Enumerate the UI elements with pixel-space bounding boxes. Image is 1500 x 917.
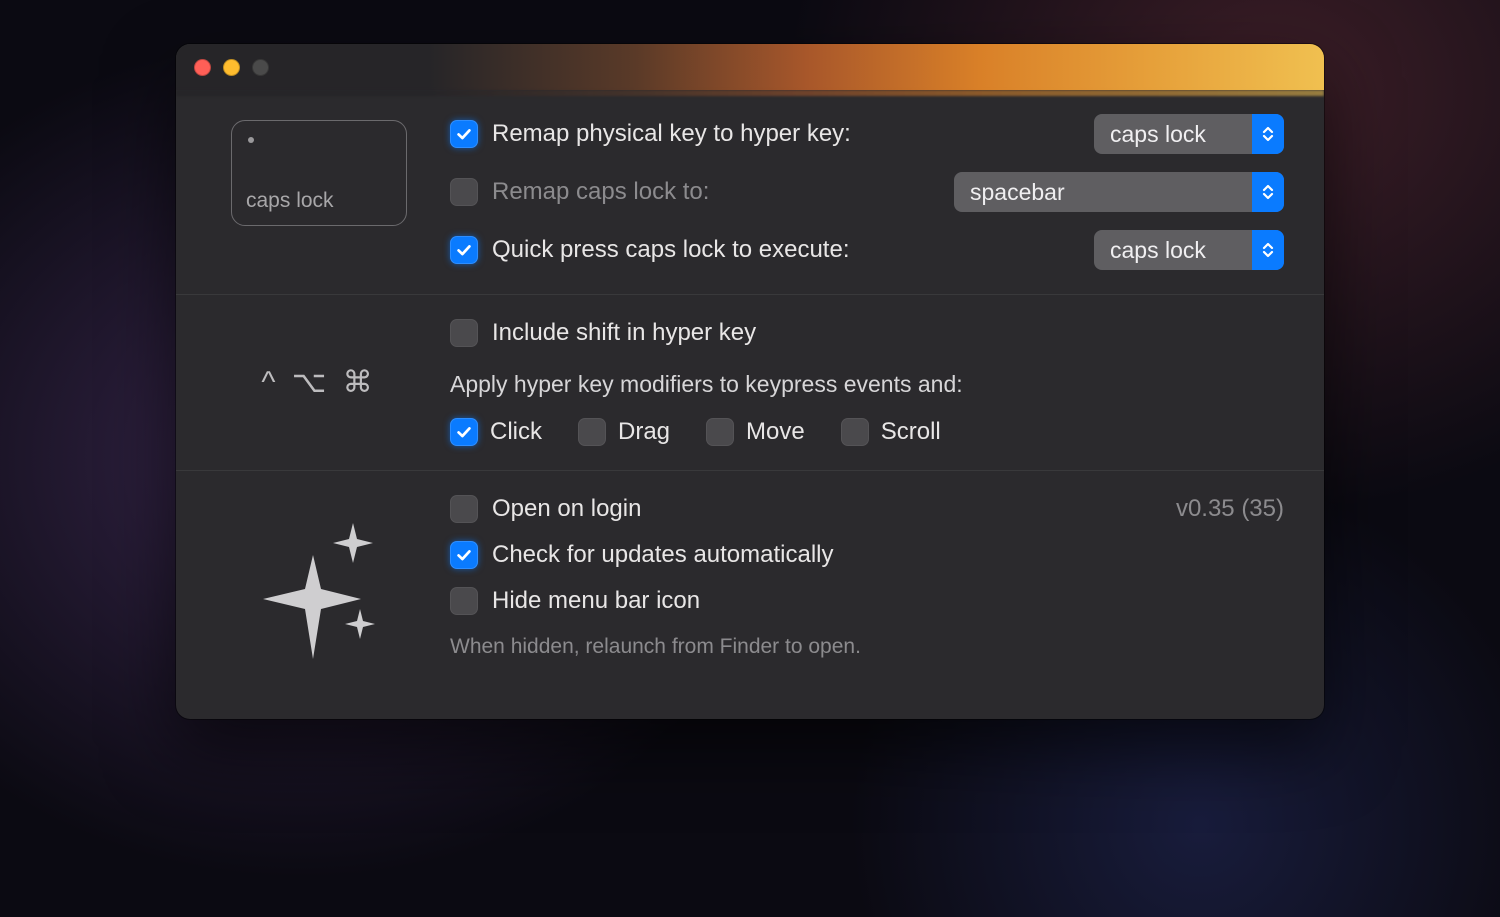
label-check-updates: Check for updates automatically	[492, 541, 834, 569]
section-modifiers: ^ ⌥ ⌘ Include shift in hyper key Apply h…	[176, 295, 1324, 471]
row-hide-menu-icon: Hide menu bar icon	[450, 587, 1284, 615]
checkbox-mod-move[interactable]	[706, 418, 734, 446]
checkbox-mod-scroll[interactable]	[841, 418, 869, 446]
keycap-preview: caps lock	[231, 120, 407, 226]
label-mod-scroll: Scroll	[881, 418, 941, 446]
sparkle-icon	[249, 511, 389, 671]
traffic-lights	[194, 59, 269, 76]
preferences-window: caps lock Remap physical key to hyper ke…	[176, 44, 1324, 719]
row-check-updates: Check for updates automatically	[450, 541, 1284, 569]
row-open-on-login: Open on login v0.35 (35)	[450, 495, 1284, 523]
modifier-events-row: Click Drag Move Scroll	[450, 418, 1284, 446]
checkbox-quick-press[interactable]	[450, 236, 478, 264]
minimize-icon[interactable]	[223, 59, 240, 76]
chevron-up-down-icon	[1252, 172, 1284, 212]
label-quick-press: Quick press caps lock to execute:	[492, 236, 850, 264]
checkbox-mod-click[interactable]	[450, 418, 478, 446]
label-mod-move: Move	[746, 418, 805, 446]
select-quick-press[interactable]: caps lock	[1094, 230, 1284, 270]
row-remap-physical: Remap physical key to hyper key: caps lo…	[450, 114, 1284, 154]
hide-menu-hint: When hidden, relaunch from Finder to ope…	[450, 635, 1284, 659]
select-value: caps lock	[1110, 121, 1252, 148]
chevron-up-down-icon	[1252, 230, 1284, 270]
keycap-indicator-dot	[248, 137, 254, 143]
version-label: v0.35 (35)	[1176, 495, 1284, 523]
label-include-shift: Include shift in hyper key	[492, 319, 756, 347]
checkbox-remap-physical[interactable]	[450, 120, 478, 148]
select-remap-physical[interactable]: caps lock	[1094, 114, 1284, 154]
label-mod-drag: Drag	[618, 418, 670, 446]
section-remap: caps lock Remap physical key to hyper ke…	[176, 90, 1324, 295]
modifier-glyphs: ^ ⌥ ⌘	[261, 325, 376, 400]
select-value: spacebar	[970, 179, 1252, 206]
close-icon[interactable]	[194, 59, 211, 76]
row-include-shift: Include shift in hyper key	[450, 319, 1284, 347]
checkbox-open-on-login[interactable]	[450, 495, 478, 523]
chevron-up-down-icon	[1252, 114, 1284, 154]
checkbox-include-shift[interactable]	[450, 319, 478, 347]
keycap-label: caps lock	[246, 189, 392, 213]
section-general: Open on login v0.35 (35) Check for updat…	[176, 471, 1324, 695]
label-hide-menu-icon: Hide menu bar icon	[492, 587, 700, 615]
select-remap-capslock-to[interactable]: spacebar	[954, 172, 1284, 212]
label-remap-capslock-to: Remap caps lock to:	[492, 178, 709, 206]
row-remap-capslock-to: Remap caps lock to: spacebar	[450, 172, 1284, 212]
apply-modifiers-header: Apply hyper key modifiers to keypress ev…	[450, 371, 1284, 398]
label-open-on-login: Open on login	[492, 495, 641, 523]
checkbox-remap-capslock-to[interactable]	[450, 178, 478, 206]
zoom-icon[interactable]	[252, 59, 269, 76]
label-remap-physical: Remap physical key to hyper key:	[492, 120, 851, 148]
checkbox-hide-menu-icon[interactable]	[450, 587, 478, 615]
checkbox-check-updates[interactable]	[450, 541, 478, 569]
label-mod-click: Click	[490, 418, 542, 446]
select-value: caps lock	[1110, 237, 1252, 264]
titlebar[interactable]	[176, 44, 1324, 90]
checkbox-mod-drag[interactable]	[578, 418, 606, 446]
row-quick-press: Quick press caps lock to execute: caps l…	[450, 230, 1284, 270]
